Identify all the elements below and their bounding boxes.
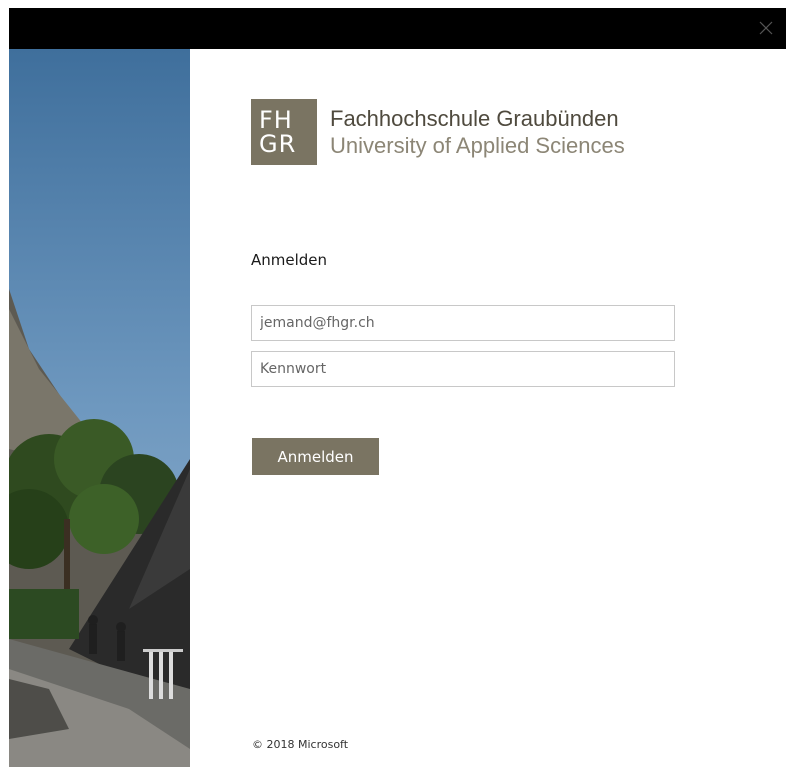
signin-button[interactable]: Anmelden [252, 438, 379, 475]
fhgr-logo: FH GR Fachhochschule Graubünden Universi… [251, 99, 625, 165]
signin-panel: FH GR Fachhochschule Graubünden Universi… [190, 49, 786, 767]
window-titlebar [9, 8, 786, 49]
window-left-edge [0, 0, 9, 767]
copyright-footer: © 2018 Microsoft [252, 738, 349, 751]
email-field[interactable] [251, 305, 675, 341]
logo-text: Fachhochschule Graubünden University of … [330, 105, 625, 159]
logo-mark-bottom: GR [259, 130, 297, 158]
password-field[interactable] [251, 351, 675, 387]
logo-mark-top: FH [259, 106, 293, 134]
close-icon [759, 21, 773, 35]
campus-photo [9, 49, 190, 767]
logo-mark: FH GR [251, 99, 317, 165]
signin-heading: Anmelden [251, 251, 328, 269]
close-button[interactable] [756, 18, 776, 38]
institution-name: Fachhochschule Graubünden [330, 106, 619, 131]
institution-subtitle: University of Applied Sciences [330, 133, 625, 158]
